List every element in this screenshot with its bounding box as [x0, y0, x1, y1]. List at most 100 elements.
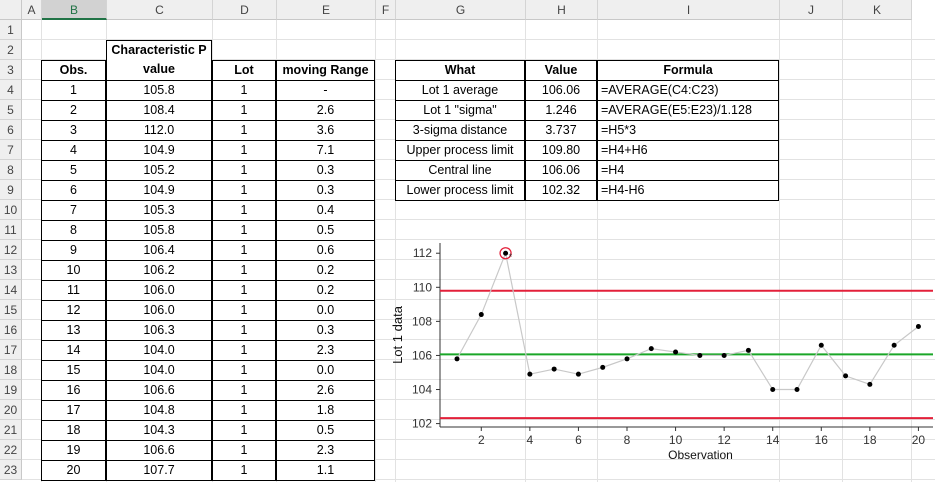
value-cell[interactable]: 104.0: [106, 340, 212, 361]
summary-formula-cell[interactable]: =H4: [597, 160, 779, 181]
summary-what-cell[interactable]: Lower process limit: [395, 180, 525, 201]
obs-cell[interactable]: 12: [41, 300, 106, 321]
moving-range-cell[interactable]: 0.0: [276, 300, 375, 321]
obs-cell[interactable]: 17: [41, 400, 106, 421]
summary-formula-cell[interactable]: =AVERAGE(C4:C23): [597, 80, 779, 101]
obs-cell[interactable]: 3: [41, 120, 106, 141]
row-header-16[interactable]: 16: [0, 320, 22, 340]
row-header-17[interactable]: 17: [0, 340, 22, 360]
moving-range-cell[interactable]: 1.8: [276, 400, 375, 421]
lot-cell[interactable]: 1: [212, 120, 276, 141]
obs-cell[interactable]: 15: [41, 360, 106, 381]
row-header-23[interactable]: 23: [0, 460, 22, 480]
value-cell[interactable]: 105.8: [106, 220, 212, 241]
header-characteristic[interactable]: Characteristic P value: [106, 40, 212, 81]
value-cell[interactable]: 106.6: [106, 380, 212, 401]
row-header-10[interactable]: 10: [0, 200, 22, 220]
header-moving-range[interactable]: moving Range: [276, 60, 375, 81]
summary-what-cell[interactable]: Lot 1 "sigma": [395, 100, 525, 121]
lot-cell[interactable]: 1: [212, 400, 276, 421]
row-header-15[interactable]: 15: [0, 300, 22, 320]
row-header-18[interactable]: 18: [0, 360, 22, 380]
moving-range-cell[interactable]: 2.6: [276, 100, 375, 121]
row-header-3[interactable]: 3: [0, 60, 22, 80]
value-cell[interactable]: 106.0: [106, 300, 212, 321]
row-header-21[interactable]: 21: [0, 420, 22, 440]
obs-cell[interactable]: 14: [41, 340, 106, 361]
value-cell[interactable]: 106.2: [106, 260, 212, 281]
summary-what-cell[interactable]: Central line: [395, 160, 525, 181]
column-header-c[interactable]: C: [107, 0, 213, 20]
value-cell[interactable]: 105.2: [106, 160, 212, 181]
lot-cell[interactable]: 1: [212, 220, 276, 241]
lot-cell[interactable]: 1: [212, 360, 276, 381]
moving-range-cell[interactable]: 0.3: [276, 160, 375, 181]
column-header-b[interactable]: B: [42, 0, 107, 20]
header-formula[interactable]: Formula: [597, 60, 779, 81]
column-header-e[interactable]: E: [277, 0, 376, 20]
lot-cell[interactable]: 1: [212, 160, 276, 181]
obs-cell[interactable]: 13: [41, 320, 106, 341]
value-cell[interactable]: 108.4: [106, 100, 212, 121]
obs-cell[interactable]: 5: [41, 160, 106, 181]
obs-cell[interactable]: 8: [41, 220, 106, 241]
obs-cell[interactable]: 10: [41, 260, 106, 281]
lot-cell[interactable]: 1: [212, 380, 276, 401]
column-header-h[interactable]: H: [526, 0, 598, 20]
row-header-4[interactable]: 4: [0, 80, 22, 100]
column-header-k[interactable]: K: [843, 0, 912, 20]
summary-formula-cell[interactable]: =H5*3: [597, 120, 779, 141]
moving-range-cell[interactable]: 2.6: [276, 380, 375, 401]
value-cell[interactable]: 105.3: [106, 200, 212, 221]
select-all-corner[interactable]: [0, 0, 22, 20]
value-cell[interactable]: 106.4: [106, 240, 212, 261]
summary-formula-cell[interactable]: =AVERAGE(E5:E23)/1.128: [597, 100, 779, 121]
obs-cell[interactable]: 9: [41, 240, 106, 261]
obs-cell[interactable]: 18: [41, 420, 106, 441]
value-cell[interactable]: 105.8: [106, 80, 212, 101]
lot-cell[interactable]: 1: [212, 280, 276, 301]
lot-cell[interactable]: 1: [212, 340, 276, 361]
summary-what-cell[interactable]: Lot 1 average: [395, 80, 525, 101]
obs-cell[interactable]: 19: [41, 440, 106, 461]
column-header-f[interactable]: F: [376, 0, 396, 20]
column-header-d[interactable]: D: [213, 0, 277, 20]
summary-value-cell[interactable]: 3.737: [525, 120, 597, 141]
column-header-i[interactable]: I: [598, 0, 780, 20]
row-header-13[interactable]: 13: [0, 260, 22, 280]
obs-cell[interactable]: 16: [41, 380, 106, 401]
value-cell[interactable]: 104.9: [106, 180, 212, 201]
obs-cell[interactable]: 4: [41, 140, 106, 161]
value-cell[interactable]: 106.3: [106, 320, 212, 341]
moving-range-cell[interactable]: 0.5: [276, 220, 375, 241]
moving-range-cell[interactable]: 0.5: [276, 420, 375, 441]
row-header-12[interactable]: 12: [0, 240, 22, 260]
summary-what-cell[interactable]: Upper process limit: [395, 140, 525, 161]
value-cell[interactable]: 106.6: [106, 440, 212, 461]
obs-cell[interactable]: 7: [41, 200, 106, 221]
value-cell[interactable]: 106.0: [106, 280, 212, 301]
summary-what-cell[interactable]: 3-sigma distance: [395, 120, 525, 141]
summary-value-cell[interactable]: 106.06: [525, 160, 597, 181]
column-header-j[interactable]: J: [780, 0, 843, 20]
column-header-g[interactable]: G: [396, 0, 526, 20]
row-header-11[interactable]: 11: [0, 220, 22, 240]
value-cell[interactable]: 104.8: [106, 400, 212, 421]
row-header-20[interactable]: 20: [0, 400, 22, 420]
value-cell[interactable]: 112.0: [106, 120, 212, 141]
lot-cell[interactable]: 1: [212, 420, 276, 441]
moving-range-cell[interactable]: 0.6: [276, 240, 375, 261]
summary-value-cell[interactable]: 106.06: [525, 80, 597, 101]
lot-cell[interactable]: 1: [212, 260, 276, 281]
obs-cell[interactable]: 6: [41, 180, 106, 201]
value-cell[interactable]: 104.3: [106, 420, 212, 441]
moving-range-cell[interactable]: 0.3: [276, 180, 375, 201]
header-lot[interactable]: Lot: [212, 60, 276, 81]
row-header-8[interactable]: 8: [0, 160, 22, 180]
header-what[interactable]: What: [395, 60, 525, 81]
moving-range-cell[interactable]: 0.4: [276, 200, 375, 221]
row-header-6[interactable]: 6: [0, 120, 22, 140]
summary-value-cell[interactable]: 102.32: [525, 180, 597, 201]
lot-cell[interactable]: 1: [212, 80, 276, 101]
row-header-9[interactable]: 9: [0, 180, 22, 200]
